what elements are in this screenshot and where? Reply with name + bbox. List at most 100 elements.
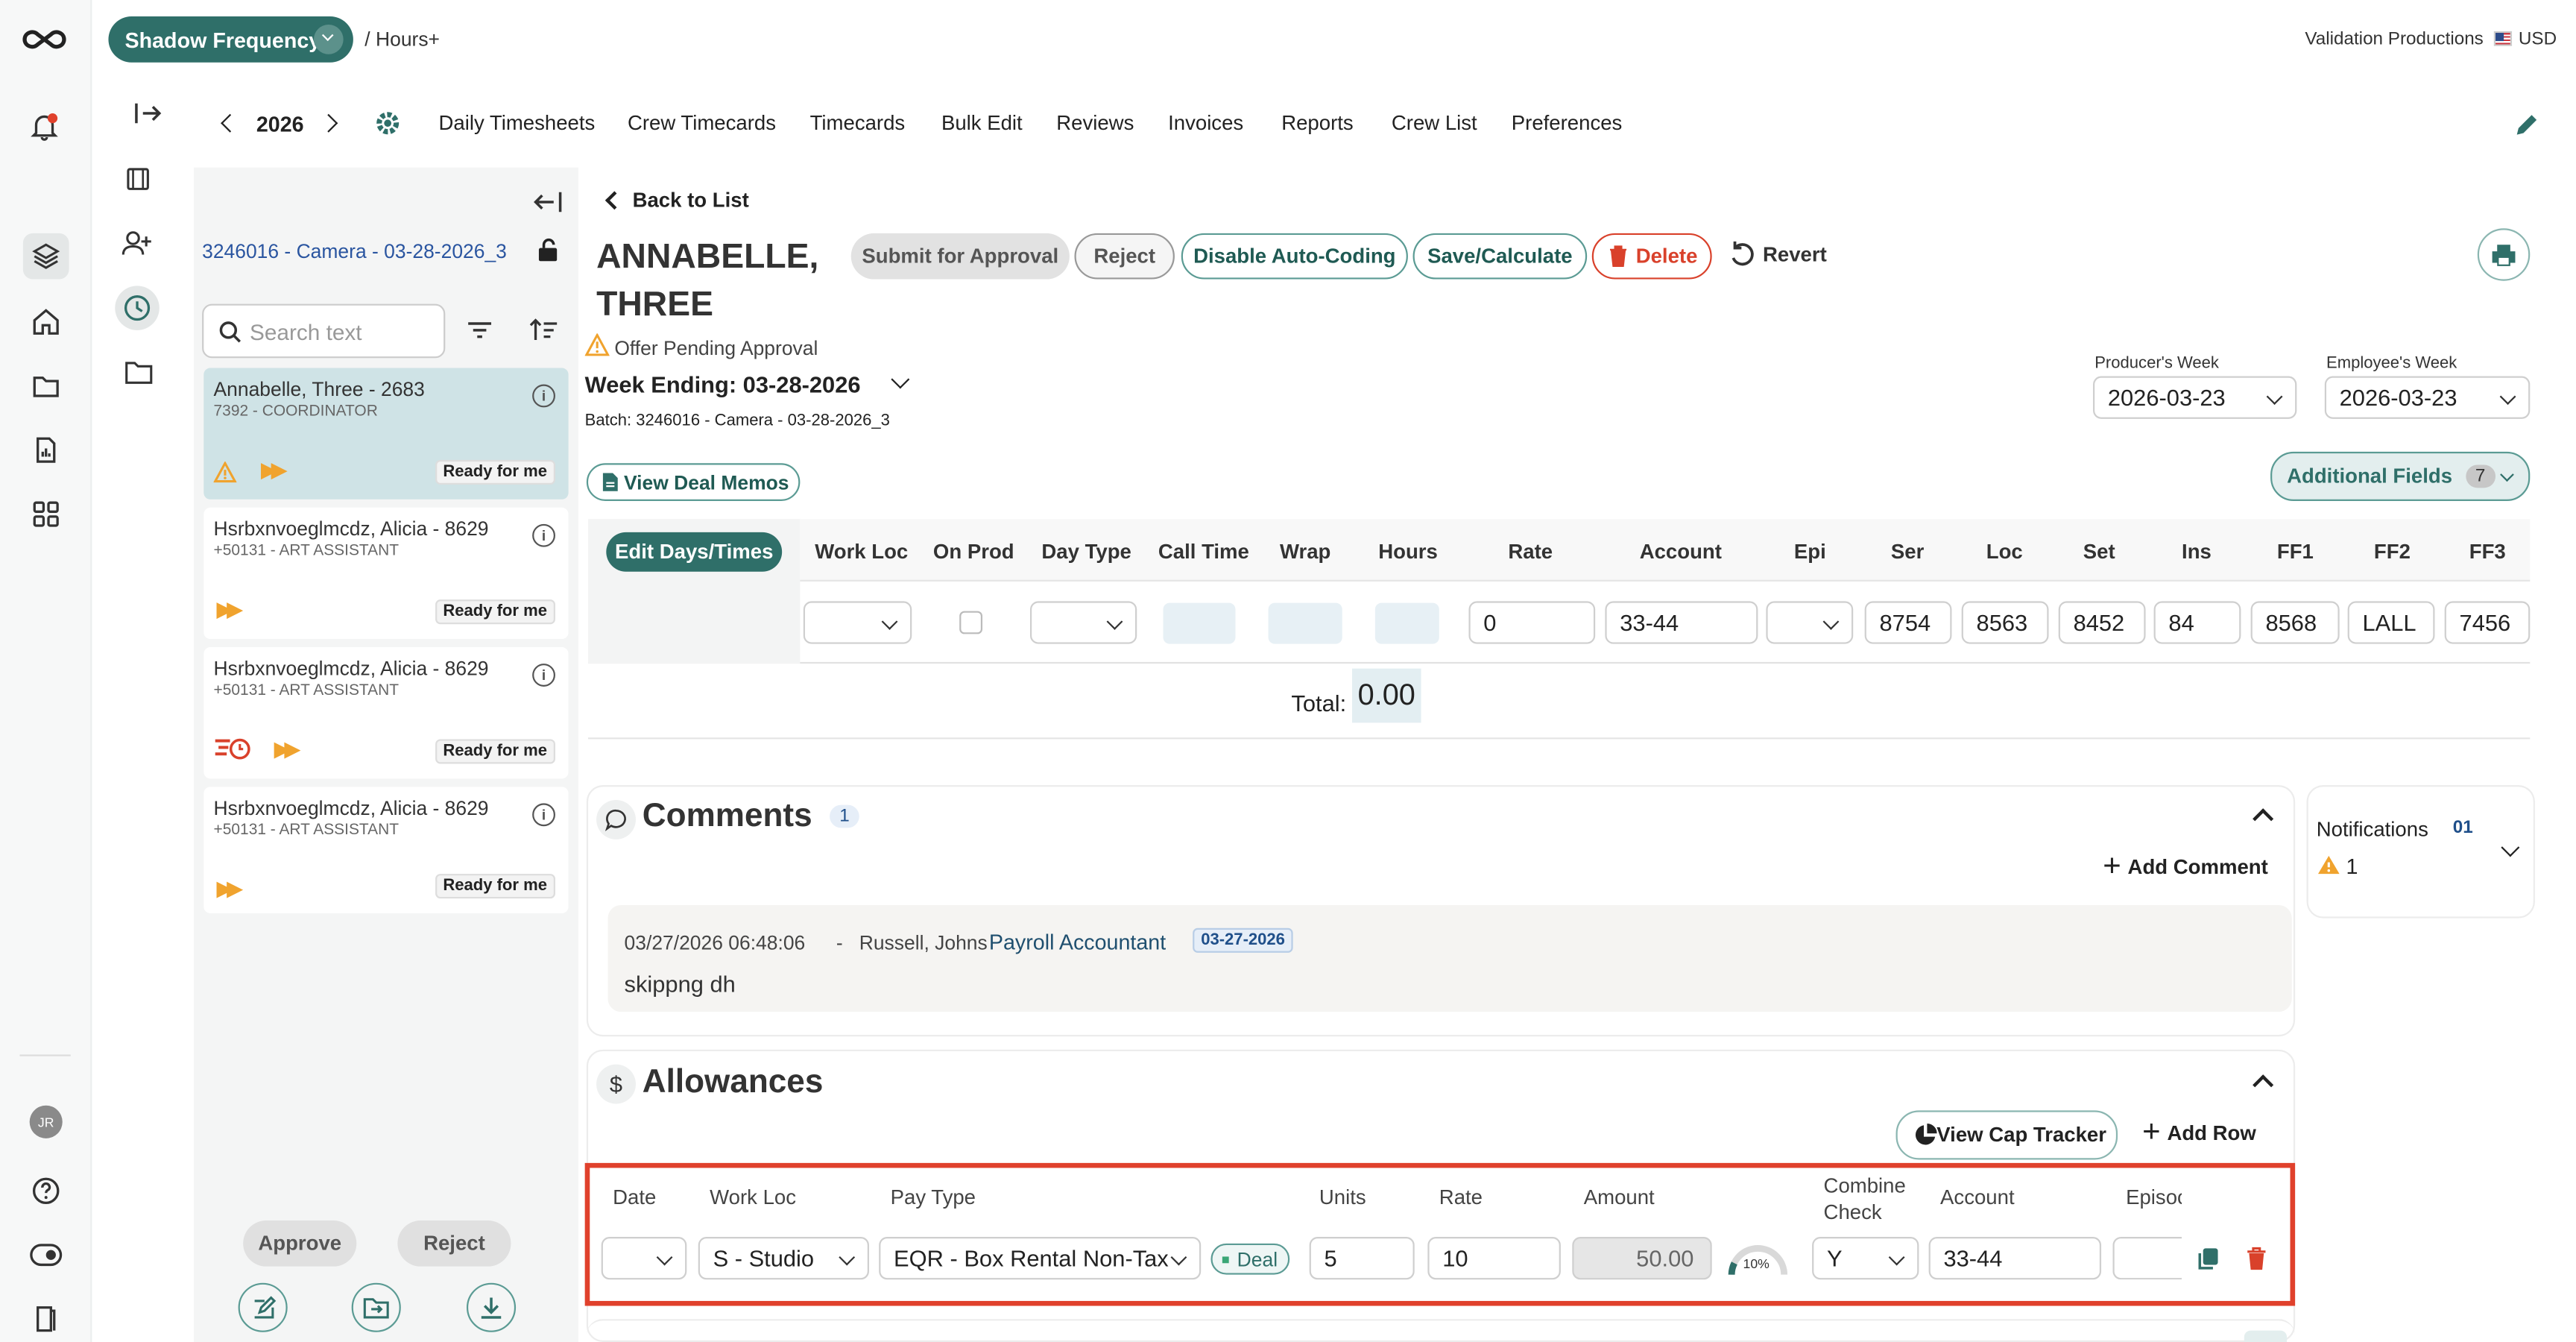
company-name[interactable]: Validation Productions xyxy=(2305,30,2483,49)
rate-input[interactable]: 0 xyxy=(1468,601,1596,644)
prev-year-icon[interactable] xyxy=(221,113,240,133)
folder-icon[interactable] xyxy=(26,366,66,406)
timecard-card[interactable]: Hsrbxnvoeglmcdz, Alicia - 8629 +50131 - … xyxy=(203,507,569,640)
allowance-work-loc-select[interactable]: S - Studio xyxy=(698,1237,869,1280)
search-box[interactable]: Search text xyxy=(202,303,446,359)
additional-fields-button[interactable]: Additional Fields 7 xyxy=(2270,451,2531,501)
home-icon[interactable] xyxy=(26,302,66,341)
nav-reviews[interactable]: Reviews xyxy=(1056,112,1134,135)
nav-preferences[interactable]: Preferences xyxy=(1512,112,1623,135)
on-prod-checkbox[interactable] xyxy=(959,611,983,634)
expand-panel-icon[interactable] xyxy=(131,98,164,128)
allowance-date-select[interactable] xyxy=(601,1237,687,1280)
add-user-icon[interactable] xyxy=(120,227,156,259)
next-year-icon[interactable] xyxy=(319,113,338,133)
ff2-input[interactable]: LALL xyxy=(2347,601,2435,644)
set-input[interactable]: 8452 xyxy=(2058,601,2146,644)
insurance-input[interactable]: 84 xyxy=(2153,601,2241,644)
view-cap-tracker-button[interactable]: View Cap Tracker xyxy=(1895,1110,2118,1160)
save-calculate-button[interactable]: Save/Calculate xyxy=(1412,233,1588,280)
info-icon[interactable]: i xyxy=(532,803,555,827)
nav-timecards[interactable]: Timecards xyxy=(810,112,906,135)
disable-auto-coding-button[interactable]: Disable Auto-Coding xyxy=(1181,233,1408,280)
next-section-toggle[interactable] xyxy=(2244,1330,2288,1342)
ff1-input[interactable]: 8568 xyxy=(2250,601,2340,644)
timecard-card[interactable]: Hsrbxnvoeglmcdz, Alicia - 8629 +50131 - … xyxy=(203,647,569,779)
currency-label[interactable]: USD xyxy=(2519,30,2557,49)
back-arrow-icon[interactable] xyxy=(604,191,624,210)
edit-note-icon[interactable] xyxy=(238,1282,288,1332)
location-input[interactable]: 8563 xyxy=(1961,601,2049,644)
edit-pencil-icon[interactable] xyxy=(2510,108,2543,141)
wrap-input[interactable] xyxy=(1268,602,1342,644)
move-folder-icon[interactable] xyxy=(351,1282,401,1332)
employees-week-select[interactable]: 2026-03-23 xyxy=(2324,376,2531,419)
project-switcher[interactable]: Shadow Frequency xyxy=(108,16,353,63)
back-to-list-link[interactable]: Back to List xyxy=(633,189,749,212)
nav-crew-timecards[interactable]: Crew Timecards xyxy=(628,112,776,135)
add-comment-button[interactable]: + Add Comment xyxy=(2103,851,2268,882)
nav-invoices[interactable]: Invoices xyxy=(1168,112,1243,135)
reject-timecard-button[interactable]: Reject xyxy=(1074,233,1175,280)
filter-icon[interactable] xyxy=(464,315,496,345)
settings-gear-icon[interactable] xyxy=(371,107,404,139)
ff3-input[interactable]: 7456 xyxy=(2444,601,2531,644)
submit-for-approval-button[interactable]: Submit for Approval xyxy=(850,233,1070,280)
help-icon[interactable] xyxy=(26,1171,66,1211)
folder-outline-icon[interactable] xyxy=(121,355,154,388)
unlock-icon[interactable] xyxy=(536,236,559,262)
additional-fields-label: Additional Fields xyxy=(2287,464,2453,488)
pay-type-select[interactable]: EQR - Box Rental Non-Tax xyxy=(879,1237,1202,1280)
clock-icon[interactable] xyxy=(115,286,160,330)
info-icon[interactable]: i xyxy=(532,384,555,408)
week-chevron-icon[interactable] xyxy=(891,370,910,389)
logout-door-icon[interactable] xyxy=(26,1300,66,1339)
add-row-button[interactable]: + Add Row xyxy=(2142,1117,2256,1148)
download-icon[interactable] xyxy=(466,1282,517,1332)
units-input[interactable]: 5 xyxy=(1309,1237,1415,1280)
print-icon[interactable] xyxy=(2477,228,2531,281)
work-loc-select[interactable] xyxy=(803,601,912,644)
layers-icon[interactable] xyxy=(22,233,69,280)
delete-button[interactable]: Delete xyxy=(1591,233,1712,280)
nav-reports[interactable]: Reports xyxy=(1281,112,1353,135)
series-input[interactable]: 8754 xyxy=(1864,601,1952,644)
call-time-input[interactable] xyxy=(1163,602,1236,644)
reject-button[interactable]: Reject xyxy=(397,1220,511,1267)
episode-select[interactable] xyxy=(1766,601,1854,644)
info-icon[interactable]: i xyxy=(532,664,555,687)
info-icon[interactable]: i xyxy=(532,523,555,547)
allowance-rate-input[interactable]: 10 xyxy=(1427,1237,1561,1280)
edit-days-times-button[interactable]: Edit Days/Times xyxy=(606,532,783,572)
timecard-card[interactable]: Annabelle, Three - 2683 7392 - COORDINAT… xyxy=(203,368,569,500)
report-file-icon[interactable] xyxy=(26,430,66,470)
day-type-select[interactable] xyxy=(1029,601,1137,644)
film-icon[interactable] xyxy=(121,163,154,195)
hours-input[interactable] xyxy=(1374,602,1439,644)
user-avatar[interactable]: JR xyxy=(29,1105,63,1138)
allowance-account-input[interactable]: 33-44 xyxy=(1928,1237,2102,1280)
search-input[interactable]: Search text xyxy=(250,321,362,345)
view-deal-memos-button[interactable]: View Deal Memos xyxy=(586,463,801,501)
cap-percent: 10% xyxy=(1743,1256,1770,1272)
timecard-card[interactable]: Hsrbxnvoeglmcdz, Alicia - 8629 +50131 - … xyxy=(203,787,569,913)
producers-week-select[interactable]: 2026-03-23 xyxy=(2093,376,2297,419)
collapse-panel-icon[interactable] xyxy=(529,187,565,217)
nav-bulk-edit[interactable]: Bulk Edit xyxy=(941,112,1023,135)
account-input[interactable]: 33-44 xyxy=(1605,601,1758,644)
revert-button[interactable]: Revert xyxy=(1729,240,1827,270)
toggle-icon[interactable] xyxy=(26,1235,66,1275)
allowance-episode-input[interactable] xyxy=(2112,1237,2182,1280)
sort-icon[interactable] xyxy=(525,314,561,347)
nav-crew-list[interactable]: Crew List xyxy=(1392,112,1477,135)
batch-link[interactable]: 3246016 - Camera - 03-28-2026_3 xyxy=(202,240,507,263)
notifications-count: 01 xyxy=(2452,818,2473,838)
combine-check-select[interactable]: Y xyxy=(1812,1237,1919,1280)
approve-button[interactable]: Approve xyxy=(243,1220,357,1267)
nav-daily-timesheets[interactable]: Daily Timesheets xyxy=(438,112,595,135)
trash-icon[interactable] xyxy=(2241,1244,2270,1273)
bell-icon[interactable] xyxy=(26,108,62,144)
offer-status: Offer Pending Approval xyxy=(614,336,818,360)
copy-icon[interactable] xyxy=(2193,1244,2223,1273)
apps-grid-icon[interactable] xyxy=(26,494,66,534)
